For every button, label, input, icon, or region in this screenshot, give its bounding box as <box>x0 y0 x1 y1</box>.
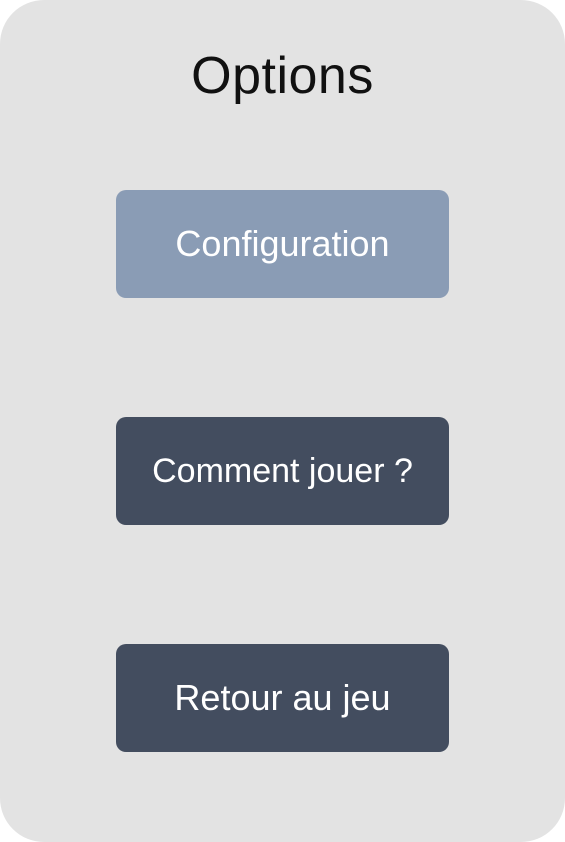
configuration-button[interactable]: Configuration <box>116 190 449 298</box>
back-to-game-button-label: Retour au jeu <box>174 677 391 718</box>
how-to-play-button[interactable]: Comment jouer ? <box>116 417 449 525</box>
configuration-button-label: Configuration <box>175 223 390 264</box>
options-panel: Options Configuration Comment jouer ? Re… <box>0 0 565 842</box>
options-title: Options <box>191 47 374 105</box>
how-to-play-button-label: Comment jouer ? <box>152 452 413 490</box>
back-to-game-button[interactable]: Retour au jeu <box>116 644 449 752</box>
